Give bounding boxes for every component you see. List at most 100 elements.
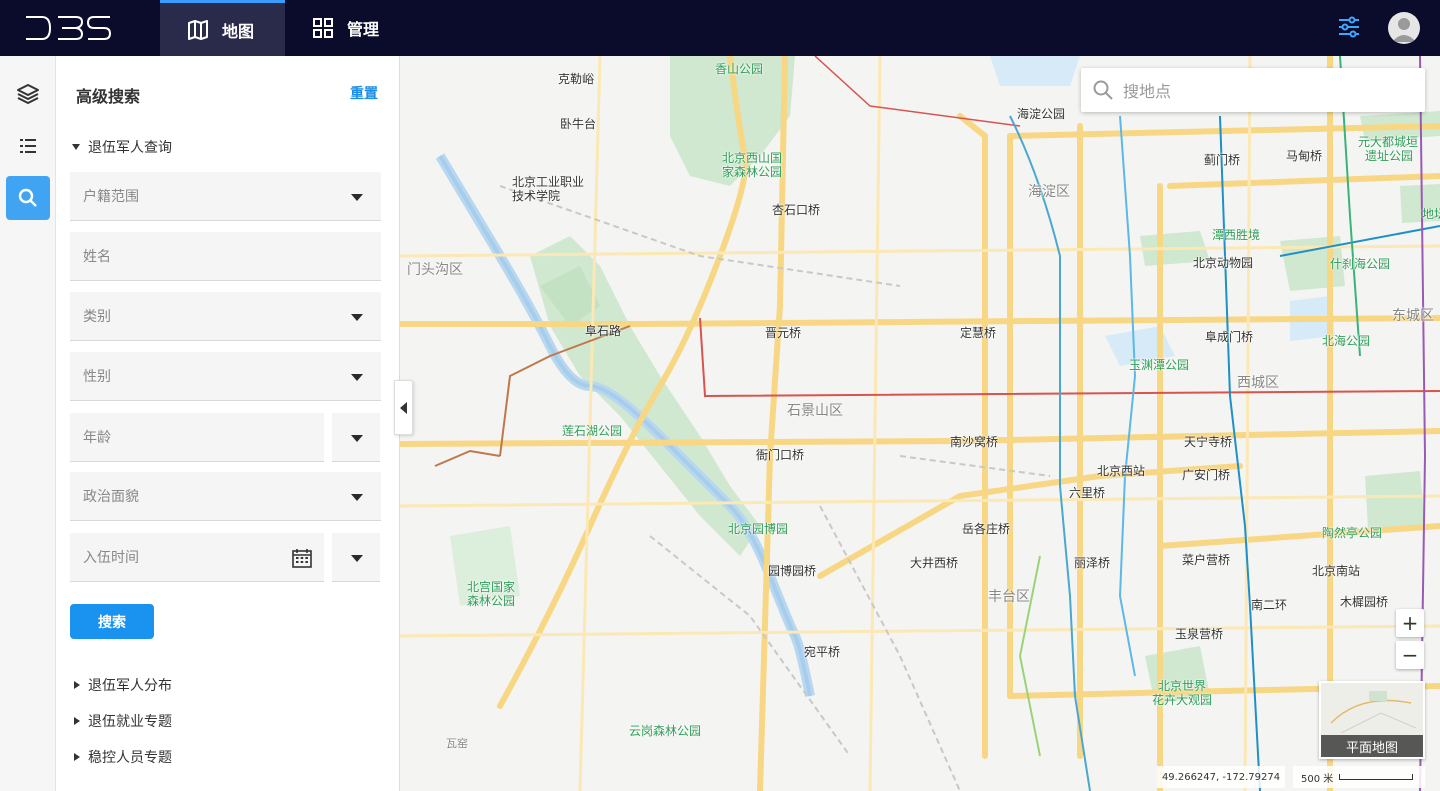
dbs-logo[interactable] [24,14,114,42]
list-button[interactable] [6,124,50,168]
map-label[interactable]: 玉渊潭公园 [1129,356,1189,373]
map-label[interactable]: 马甸桥 [1286,147,1322,164]
map-label[interactable]: 花卉大观园 [1152,691,1212,708]
map-label[interactable]: 遗址公园 [1365,147,1413,164]
section-veteran-distribution[interactable]: 退伍军人分布 [72,675,172,695]
name-placeholder: 姓名 [83,249,111,265]
household-select[interactable]: 户籍范围 [70,172,381,221]
tab-manage-label: 管理 [347,20,380,39]
map-label[interactable]: 北京南站 [1312,562,1360,579]
map-label[interactable]: 瓦窑 [446,735,468,751]
minimap-thumbnail [1330,691,1417,734]
map-label[interactable]: 南沙窝桥 [950,433,998,450]
map-label[interactable]: 丽泽桥 [1074,554,1110,571]
map-label[interactable]: 地坛 [1422,205,1440,222]
map-label[interactable]: 北京园博园 [728,520,788,537]
tab-manage[interactable]: 管理 [285,0,405,56]
map-label[interactable]: 莲石湖公园 [562,422,622,439]
zoom-in-button[interactable]: + [1396,609,1424,637]
map-label[interactable]: 菜户营桥 [1182,551,1230,568]
map-label[interactable]: 宛平桥 [804,643,840,660]
map-label[interactable]: 六里桥 [1069,484,1105,501]
map-label[interactable]: 门头沟区 [407,259,463,279]
map-label[interactable]: 北京动物园 [1193,254,1253,271]
enlist-date-input[interactable]: 入伍时间 [70,533,324,582]
section-stability[interactable]: 稳控人员专题 [72,747,172,767]
map-label[interactable]: 东城区 [1392,305,1434,325]
layers-button[interactable] [6,72,50,116]
map-label[interactable]: 森林公园 [467,592,515,609]
map-label[interactable]: 大井西桥 [910,554,958,571]
map-label[interactable]: 陶然亭公园 [1322,524,1382,541]
chevron-down-icon [351,555,363,562]
map-label[interactable]: 晋元桥 [765,324,801,341]
map-label[interactable]: 卧牛台 [560,115,596,132]
map-label[interactable]: 玉泉营桥 [1175,625,1223,642]
map-label[interactable]: 什刹海公园 [1330,255,1390,272]
map-label[interactable]: 阜石路 [585,322,621,339]
section-label: 退伍军人查询 [88,140,172,156]
map-label[interactable]: 技术学院 [512,187,560,204]
map-label[interactable]: 海淀区 [1028,181,1070,201]
gender-select[interactable]: 性别 [70,352,381,401]
sliders-icon[interactable] [1336,14,1362,40]
map-label[interactable]: 克勒峪 [558,70,594,87]
map-label[interactable]: 天宁寺桥 [1184,433,1232,450]
map-label[interactable]: 香山公园 [715,60,763,77]
caret-right-icon [74,681,80,689]
map-label[interactable]: 丰台区 [988,586,1030,606]
name-input[interactable]: 姓名 [70,232,381,281]
basemap-label: 平面地图 [1321,735,1423,757]
caret-down-icon [72,144,80,150]
map-base [400,56,1440,791]
map-label[interactable]: 杏石口桥 [772,201,820,218]
tool-rail [0,56,56,791]
age-operator-select[interactable] [332,413,380,462]
category-placeholder: 类别 [83,309,111,325]
map-label[interactable]: 蓟门桥 [1204,151,1240,168]
age-input[interactable]: 年龄 [70,413,324,462]
map-label[interactable]: 潭西胜境 [1212,226,1260,243]
map-label[interactable]: 广安门桥 [1182,466,1230,483]
caret-right-icon [74,717,80,725]
map-label[interactable]: 阜成门桥 [1205,328,1253,345]
scale-line [1339,774,1414,780]
map-label[interactable]: 衙门口桥 [756,446,804,463]
map-label[interactable]: 定慧桥 [960,324,996,341]
search-icon [1093,80,1113,100]
political-select[interactable]: 政治面貌 [70,472,381,521]
map-label[interactable]: 西城区 [1237,372,1279,392]
zoom-out-button[interactable]: − [1396,641,1424,669]
category-select[interactable]: 类别 [70,292,381,341]
caret-right-icon [74,753,80,761]
map-label[interactable]: 南二环 [1251,596,1287,613]
map-search-input[interactable]: 搜地点 [1081,68,1425,112]
map-label[interactable]: 园博园桥 [768,562,816,579]
map-label[interactable]: 岳各庄桥 [962,520,1010,537]
reset-button[interactable]: 重置 [350,83,378,103]
section-label: 退伍就业专题 [88,714,172,730]
basemap-switcher[interactable]: 平面地图 [1319,681,1425,759]
map-label[interactable]: 云岗森林公园 [629,722,701,739]
section-employment[interactable]: 退伍就业专题 [72,711,172,731]
tab-map[interactable]: 地图 [160,0,285,56]
advanced-search-panel: 高级搜索 重置 退伍军人查询 户籍范围 姓名 类别 性别 年龄 政治面貌 入伍时… [56,56,400,791]
tab-map-label: 地图 [222,21,255,41]
section-veteran-query[interactable]: 退伍军人查询 [72,137,172,157]
map-label[interactable]: 北海公园 [1322,332,1370,349]
enlist-date-operator-select[interactable] [332,533,380,582]
calendar-icon[interactable] [291,547,313,569]
search-tool-button[interactable] [6,176,50,220]
collapse-panel-button[interactable] [394,380,413,435]
map-label[interactable]: 北京西站 [1097,462,1145,479]
avatar[interactable] [1388,12,1420,44]
chevron-down-icon [351,314,363,321]
map-label[interactable]: 石景山区 [787,400,843,420]
map-label[interactable]: 海淀公园 [1017,105,1065,122]
map-label[interactable]: 木樨园桥 [1340,593,1388,610]
age-placeholder: 年龄 [83,430,111,446]
map-view[interactable]: 克勒峪 香山公园 海淀公园 卧牛台 北京西山国 家森林公园 北京工业职业 技术学院 杏石口桥 海淀… [400,56,1440,791]
map-label[interactable]: 家森林公园 [722,163,782,180]
section-label: 退伍军人分布 [88,678,172,694]
search-button[interactable]: 搜索 [70,604,154,639]
